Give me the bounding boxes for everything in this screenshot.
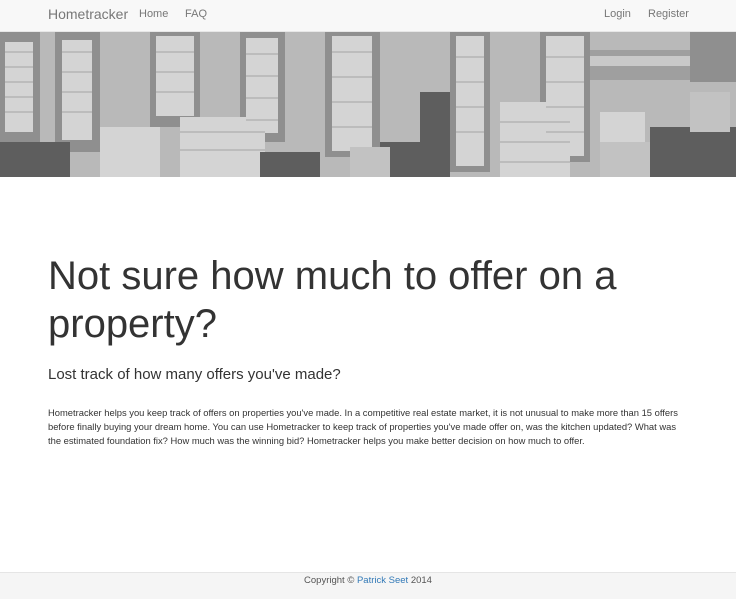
page-heading: Not sure how much to offer on a property… [48,254,617,346]
city-skyline-graphic [0,32,736,177]
page-subheading: Lost track of how many offers you've mad… [48,366,341,383]
footer: Copyright © Patrick Seet 2014 [0,572,736,599]
nav-faq-link[interactable]: FAQ [185,8,207,20]
navbar: Hometracker Home FAQ Login Register [0,0,736,32]
hero-city-image [0,32,736,177]
nav-home-link[interactable]: Home [139,8,168,20]
brand-link[interactable]: Hometracker [48,6,128,22]
author-link[interactable]: Patrick Seet [357,575,408,586]
nav-login-link[interactable]: Login [604,8,631,20]
intro-paragraph: Hometracker helps you keep track of offe… [48,407,678,446]
nav-register-link[interactable]: Register [648,8,689,20]
copyright-prefix: Copyright © [304,575,357,586]
copyright-year: 2014 [408,575,432,586]
